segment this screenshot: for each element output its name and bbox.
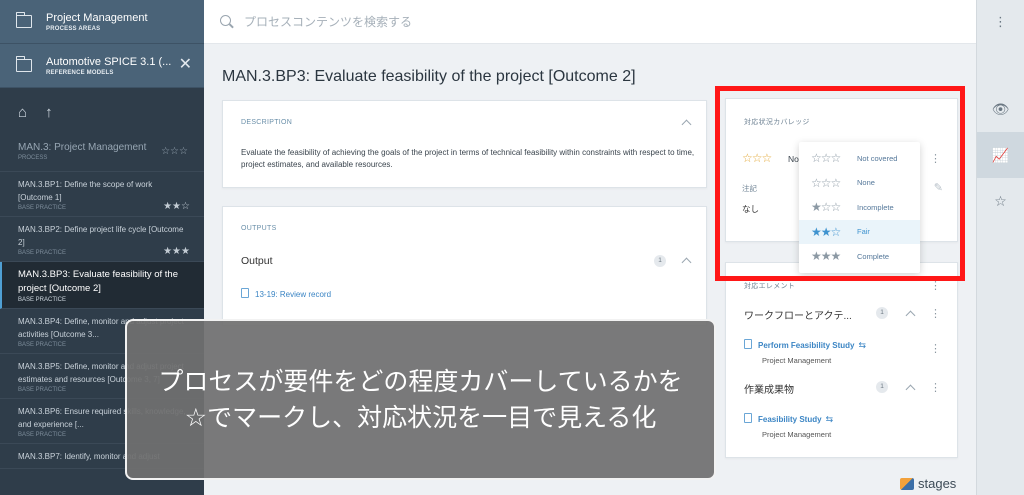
output-link[interactable]: 13-19: Review record bbox=[255, 290, 331, 299]
highlight-frame bbox=[715, 86, 965, 281]
arrow-up-icon[interactable]: ↑ bbox=[45, 104, 53, 121]
output-link-row[interactable]: 13-19: Review record bbox=[241, 284, 331, 302]
related-label: 対応エレメント bbox=[744, 283, 796, 290]
more-icon[interactable]: ⋮ bbox=[930, 383, 941, 394]
outputs-card: OUTPUTS Output 1 13-19: Review record bbox=[222, 206, 707, 326]
count-badge: 1 bbox=[876, 307, 888, 319]
count-badge: 1 bbox=[876, 381, 888, 393]
work-product-link-row[interactable]: Feasibility Study ⇆ Project Management bbox=[744, 409, 833, 439]
coverage-stars: ☆☆☆ bbox=[161, 146, 188, 157]
list-item-title: MAN.3.BP2: Define project life cycle [Ou… bbox=[18, 225, 184, 247]
count-badge: 1 bbox=[654, 255, 666, 267]
output-row-title[interactable]: Output bbox=[241, 255, 273, 267]
work-product-link[interactable]: Feasibility Study bbox=[758, 415, 822, 424]
description-text: Evaluate the feasibility of achieving th… bbox=[241, 148, 695, 169]
more-icon[interactable]: ⋮ bbox=[930, 281, 941, 292]
list-item-title: MAN.3.BP1: Define the scope of work [Out… bbox=[18, 180, 153, 202]
caption-line-1: プロセスが要件をどの程度カバーしているかを bbox=[158, 366, 683, 396]
description-card: DESCRIPTION Evaluate the feasibility of … bbox=[222, 100, 707, 188]
right-toolbar: ⋮ 👁 📈 ☆ bbox=[976, 0, 1024, 495]
document-icon bbox=[241, 287, 249, 298]
folder-icon bbox=[15, 12, 32, 28]
sidebar-item-bp2[interactable]: MAN.3.BP2: Define project life cycle [Ou… bbox=[0, 217, 204, 262]
related-elements-card: 対応エレメント ⋮ ワークフローとアクテ... 1 ⋮ Perform Feas… bbox=[725, 262, 958, 458]
process-area-subtitle: PROCESS AREAS bbox=[46, 25, 101, 32]
caption-line-2: ☆でマークし、対応状況を一目で見える化 bbox=[184, 402, 657, 432]
folder-icon bbox=[15, 56, 32, 72]
stages-logo: stages bbox=[900, 476, 956, 491]
document-icon bbox=[744, 412, 752, 423]
stages-logo-icon bbox=[900, 477, 914, 490]
search-input[interactable]: プロセスコンテンツを検索する bbox=[244, 13, 412, 30]
brand-text: stages bbox=[918, 476, 957, 491]
coverage-stars: ★★★ bbox=[163, 246, 190, 257]
coverage-stars: ★★☆ bbox=[163, 201, 190, 212]
chevron-up-icon[interactable] bbox=[681, 257, 692, 268]
outputs-label: OUTPUTS bbox=[241, 225, 277, 232]
activity-icon bbox=[744, 338, 752, 349]
search-bar[interactable]: プロセスコンテンツを検索する bbox=[204, 0, 976, 44]
home-icon[interactable]: ⌂ bbox=[18, 104, 27, 121]
search-icon bbox=[220, 14, 234, 29]
reference-model-subtitle: REFERENCE MODELS bbox=[46, 69, 114, 76]
sidebar-item-bp3[interactable]: MAN.3.BP3: Evaluate feasibility of the p… bbox=[0, 262, 204, 309]
more-icon[interactable]: ⋮ bbox=[977, 0, 1024, 44]
process-area-title: Project Management bbox=[46, 11, 148, 24]
workflow-group-title[interactable]: ワークフローとアクテ... bbox=[744, 307, 852, 322]
list-item-subtitle: BASE PRACTICE bbox=[18, 250, 67, 256]
close-icon[interactable]: ✕ bbox=[179, 57, 192, 73]
workflow-link[interactable]: Perform Feasibility Study bbox=[758, 341, 854, 350]
description-label: DESCRIPTION bbox=[241, 119, 293, 126]
workflow-sub: Project Management bbox=[762, 356, 832, 365]
chevron-up-icon[interactable] bbox=[905, 384, 916, 395]
more-icon[interactable]: ⋮ bbox=[930, 344, 941, 355]
sync-icon: ⇆ bbox=[825, 414, 834, 424]
star-icon[interactable]: ☆ bbox=[977, 178, 1024, 224]
work-product-sub: Project Management bbox=[762, 430, 832, 439]
list-item-title: MAN.3.BP3: Evaluate feasibility of the p… bbox=[18, 269, 178, 294]
work-product-group-title[interactable]: 作業成果物 bbox=[744, 381, 794, 396]
workflow-link-row[interactable]: Perform Feasibility Study ⇆ Project Manag… bbox=[744, 335, 866, 365]
eye-icon[interactable]: 👁 bbox=[977, 86, 1024, 132]
sidebar-item-bp1[interactable]: MAN.3.BP1: Define the scope of work [Out… bbox=[0, 172, 204, 217]
more-icon[interactable]: ⋮ bbox=[930, 309, 941, 320]
list-item-subtitle: BASE PRACTICE bbox=[18, 297, 67, 303]
page-title: MAN.3.BP3: Evaluate feasibility of the p… bbox=[222, 68, 636, 85]
reference-model-title: Automotive SPICE 3.1 (... bbox=[46, 55, 172, 68]
coverage-chart-icon[interactable]: 📈 bbox=[977, 132, 1024, 178]
list-item-subtitle: BASE PRACTICE bbox=[18, 205, 67, 211]
reference-model-header[interactable]: Automotive SPICE 3.1 (... REFERENCE MODE… bbox=[0, 44, 204, 88]
caption-overlay: プロセスが要件をどの程度カバーしているかを ☆でマークし、対応状況を一目で見える… bbox=[125, 319, 716, 480]
chevron-up-icon[interactable] bbox=[905, 310, 916, 321]
process-item[interactable]: MAN.3: Project Management PROCESS ☆☆☆ bbox=[0, 136, 204, 172]
chevron-up-icon[interactable] bbox=[681, 119, 692, 130]
process-area-header[interactable]: Project Management PROCESS AREAS bbox=[0, 0, 204, 44]
sync-icon: ⇆ bbox=[858, 340, 867, 350]
